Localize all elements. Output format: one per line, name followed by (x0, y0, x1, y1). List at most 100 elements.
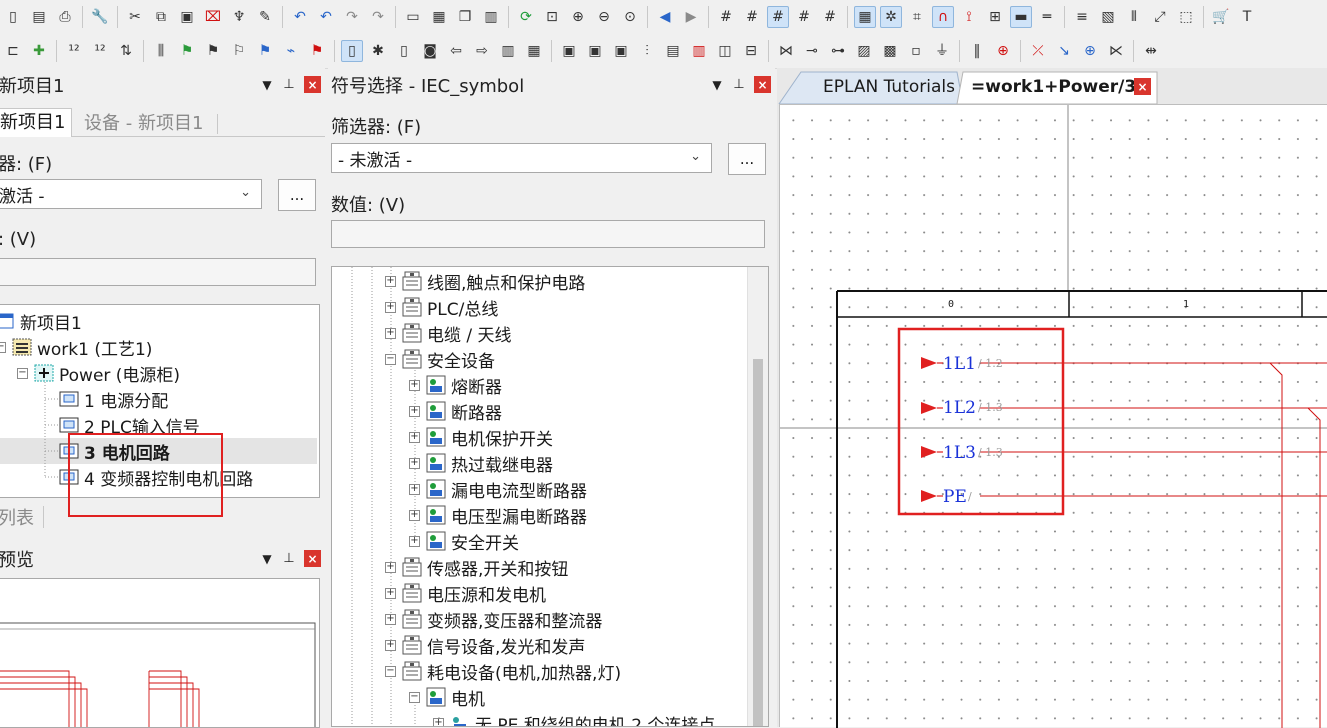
box-b-icon[interactable]: ▣ (584, 40, 606, 62)
number-123-icon[interactable]: ¹² (63, 40, 85, 62)
hash-icon[interactable]: ⌗ (906, 6, 928, 28)
new-page-icon[interactable]: ▯ (2, 6, 24, 28)
magnet-icon[interactable]: ∩ (932, 6, 954, 28)
redo-icon[interactable]: ↷ (341, 6, 363, 28)
zoom-out-icon[interactable]: ⊖ (593, 6, 615, 28)
symbol-tree-item[interactable]: + PLC/总线 (385, 294, 498, 320)
collapse-icon[interactable]: − (17, 367, 28, 379)
grid-b-icon[interactable]: # (741, 6, 763, 28)
page-select-icon[interactable]: ▯ (341, 40, 363, 62)
table-icon[interactable]: ▥ (480, 6, 502, 28)
symbol-tree-item[interactable]: + 安全开关 (409, 528, 519, 554)
brush-icon[interactable]: ✎ (254, 6, 276, 28)
sort-icon[interactable]: ⇅ (115, 40, 137, 62)
collapse-icon[interactable]: − (385, 665, 396, 677)
pin-icon[interactable]: ⊥ (732, 77, 746, 92)
symbol-tree-item[interactable]: − 耗电设备(电机,加热器,灯) (385, 658, 621, 684)
plc-icon[interactable]: ▤ (662, 40, 684, 62)
tab-eplan-tutorials[interactable]: EPLAN Tutorials (811, 72, 967, 102)
expand-icon[interactable]: + (433, 717, 444, 726)
puzzle-icon[interactable]: ✚ (28, 40, 50, 62)
symbol-tree-item[interactable]: − 电机 (409, 684, 485, 710)
symbol-tree-item[interactable]: + 变频器,变压器和整流器 (385, 606, 602, 632)
hatch-icon[interactable]: ▧ (1097, 6, 1119, 28)
expand-icon[interactable]: + (409, 457, 420, 469)
symbol-tree-item[interactable]: + 熔断器 (409, 372, 502, 398)
grid-d-icon[interactable]: # (793, 6, 815, 28)
dropdown-icon[interactable]: ▼ (710, 78, 724, 92)
align-icon[interactable]: ⫴ (1123, 6, 1145, 28)
flag-outline-icon[interactable]: ⚐ (228, 40, 250, 62)
value-input[interactable] (0, 258, 316, 286)
potential-name[interactable]: 1L2 (943, 398, 976, 418)
symbol-tree-item[interactable]: + 线圈,触点和保护电路 (385, 268, 585, 294)
symbol-filter-browse-button[interactable]: ... (728, 143, 766, 175)
line-a-icon[interactable]: ‖ (966, 40, 988, 62)
device-red-icon[interactable]: ▥ (688, 40, 710, 62)
tab-project[interactable]: 新项目1 (0, 108, 73, 137)
expand-icon[interactable]: + (385, 327, 396, 339)
doc-out-icon[interactable]: ⇨ (471, 40, 493, 62)
collapse-icon[interactable]: − (385, 353, 396, 365)
expand-icon[interactable]: + (385, 301, 396, 313)
tree-scrollbar[interactable] (747, 267, 768, 726)
cut-icon[interactable]: ✂ (124, 6, 146, 28)
symbol-tree-item[interactable]: + 电压型漏电断路器 (409, 502, 587, 528)
format-brush-icon[interactable]: ♆ (228, 6, 250, 28)
expand-icon[interactable]: + (409, 483, 420, 495)
close-tab-icon[interactable]: × (1134, 78, 1151, 95)
doc-stamp-icon[interactable]: ◙ (419, 40, 441, 62)
flag-check-icon[interactable]: ⚑ (176, 40, 198, 62)
tree-item[interactable]: 4 变频器控制电机回路 (59, 464, 253, 490)
filter-browse-button[interactable]: ... (278, 179, 316, 211)
expand-icon[interactable]: + (385, 639, 396, 651)
undo-icon[interactable]: ↶ (289, 6, 311, 28)
zoom-window-icon[interactable]: ⊡ (541, 6, 563, 28)
terminal-strip-icon[interactable]: ⫶ (636, 40, 658, 62)
window-icon[interactable]: ▭ (402, 6, 424, 28)
flag-icon[interactable]: ⚑ (202, 40, 224, 62)
line-b-icon[interactable]: ⊕ (992, 40, 1014, 62)
grid-c-icon[interactable]: # (767, 6, 789, 28)
filter-select[interactable]: 激活 - ⌄ (0, 179, 262, 209)
symbol-tree-item[interactable]: + 传感器,开关和按钮 (385, 554, 568, 580)
tree-item[interactable]: − Power (电源柜) (17, 360, 180, 386)
zoom-fit-icon[interactable]: ⊙ (619, 6, 641, 28)
delete-icon[interactable]: ⌧ (202, 6, 224, 28)
new-doc-icon[interactable]: ▯ (393, 40, 415, 62)
device-grid-icon[interactable]: ▦ (523, 40, 545, 62)
line-c-icon[interactable]: ⤫ (1027, 40, 1049, 62)
symbol-tree-item[interactable]: + 断路器 (409, 398, 502, 424)
expand-icon[interactable]: + (409, 379, 420, 391)
bus-icon[interactable]: ⫼ (150, 40, 172, 62)
hatch-gray-icon[interactable]: ▩ (879, 40, 901, 62)
symbol-tree-item[interactable]: + 电缆 / 天线 (385, 320, 512, 346)
fuse-icon[interactable]: ⊟ (740, 40, 762, 62)
contact-icon[interactable]: ◫ (714, 40, 736, 62)
print-icon[interactable]: ⎙ (54, 6, 76, 28)
scrollbar-thumb[interactable] (753, 359, 763, 726)
potential-name[interactable]: PE (943, 487, 967, 507)
expand-icon[interactable]: + (409, 535, 420, 547)
number-12-icon[interactable]: ¹² (89, 40, 111, 62)
text-cursor-icon[interactable]: T (1236, 6, 1258, 28)
expand-icon[interactable]: + (409, 405, 420, 417)
undo-list-icon[interactable]: ↶ (315, 6, 337, 28)
collapse-icon[interactable]: − (0, 341, 6, 353)
grid-toggle-icon[interactable]: ▦ (854, 6, 876, 28)
page-properties-icon[interactable]: ▤ (28, 6, 50, 28)
doc-arrow-icon[interactable]: ⇦ (445, 40, 467, 62)
grid-a-icon[interactable]: # (715, 6, 737, 28)
potential-name[interactable]: 1L3 (943, 443, 976, 463)
tree-icon[interactable]: ⊏ (2, 40, 24, 62)
plug-icon[interactable]: ⌁ (280, 40, 302, 62)
arrow-left-icon[interactable]: ◀ (654, 6, 676, 28)
flag-blue-icon[interactable]: ⚑ (254, 40, 276, 62)
pin-icon[interactable]: ⊶ (827, 40, 849, 62)
expand-icon[interactable]: + (385, 613, 396, 625)
symbol-tree-item[interactable]: + 无 PE 和绕组的电机,2 个连接点 (433, 710, 715, 726)
tab-devices[interactable]: 设备 - 新项目1 (84, 110, 203, 138)
page-preview-icon[interactable]: ▦ (428, 6, 450, 28)
frame-icon[interactable]: ═ (1036, 6, 1058, 28)
symbol-tree-item[interactable]: + 电机保护开关 (409, 424, 553, 450)
